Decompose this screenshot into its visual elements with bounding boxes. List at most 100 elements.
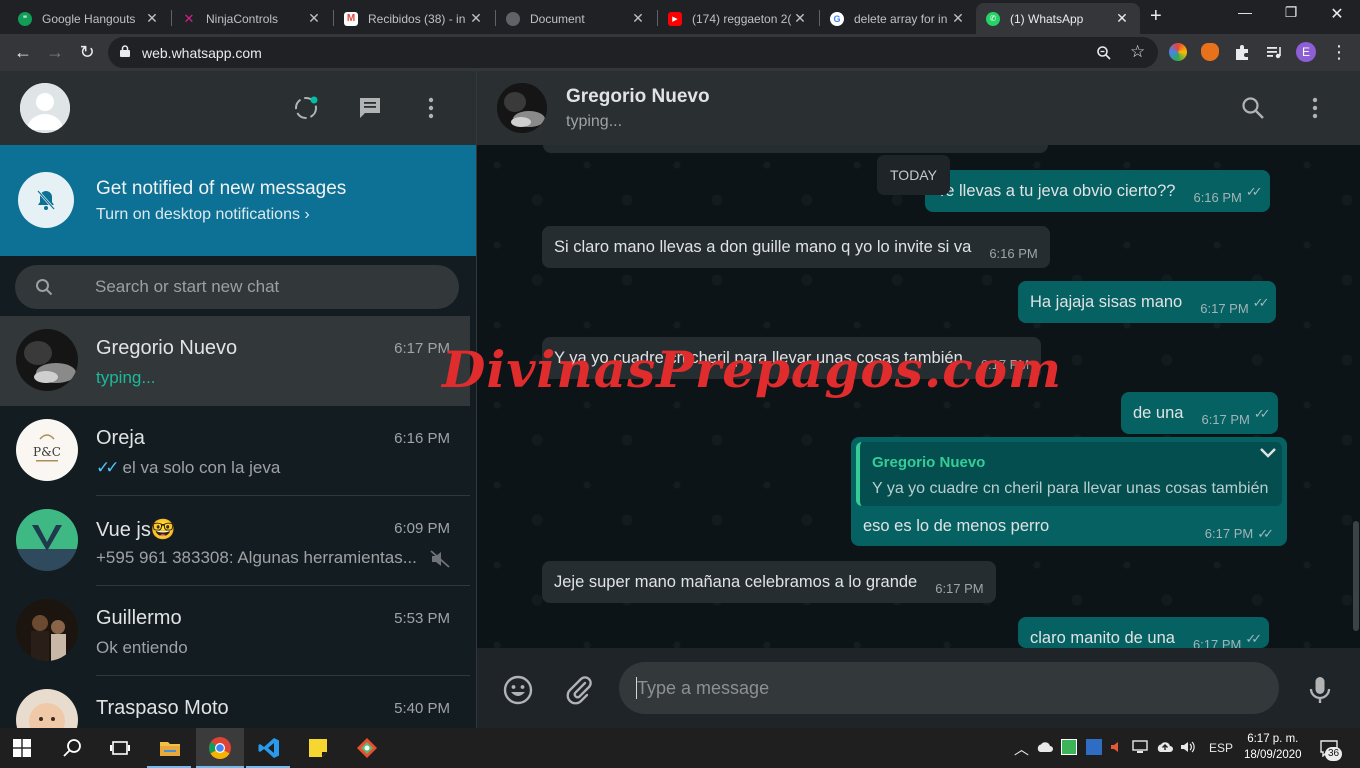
messages-scrollbar[interactable] bbox=[1353, 521, 1359, 631]
zoom-icon[interactable] bbox=[1096, 45, 1112, 61]
minimize-button[interactable]: — bbox=[1222, 4, 1268, 20]
message-in[interactable]: Jeje super mano mañana celebramos a lo g… bbox=[542, 561, 996, 603]
clock[interactable]: 6:17 p. m. 18/09/2020 bbox=[1244, 731, 1302, 763]
emoji-icon[interactable] bbox=[502, 674, 534, 706]
quoted-message[interactable]: Gregorio Nuevo Y ya yo cuadre cn cheril … bbox=[856, 442, 1282, 506]
sticky-notes-icon[interactable] bbox=[306, 736, 330, 760]
profile-avatar[interactable]: E bbox=[1296, 42, 1316, 62]
media-queue-icon[interactable] bbox=[1265, 43, 1283, 61]
back-button[interactable]: ← bbox=[10, 40, 36, 66]
close-window-button[interactable]: ✕ bbox=[1314, 4, 1360, 24]
avatar bbox=[16, 689, 78, 728]
chat-item-vue-js[interactable]: Vue js🤓 6:09 PM +595 961 383308: Algunas… bbox=[0, 496, 470, 586]
onedrive-icon[interactable] bbox=[1036, 741, 1054, 753]
message-out[interactable]: claro manito de una 6:17 PM ✓✓ bbox=[1018, 617, 1270, 649]
message-out[interactable]: Te llevas a tu jeva obvio cierto?? 6:16 P… bbox=[925, 170, 1270, 212]
message-text: claro manito de una bbox=[1030, 629, 1175, 647]
extensions-puzzle-icon[interactable] bbox=[1233, 43, 1251, 61]
microphone-icon[interactable] bbox=[1304, 674, 1336, 706]
chat-preview-row: ✓✓ el va solo con la jeva bbox=[96, 458, 426, 478]
menu-icon[interactable] bbox=[1302, 95, 1328, 121]
whatsapp-icon: ✆ bbox=[986, 11, 1000, 26]
message-out-reply[interactable]: Gregorio Nuevo Y ya yo cuadre cn cheril … bbox=[851, 437, 1287, 546]
enable-notifications-link[interactable]: Turn on desktop notifications › bbox=[96, 206, 310, 224]
close-icon[interactable]: ✕ bbox=[792, 10, 808, 27]
message-time: 6:17 PM bbox=[1192, 637, 1242, 649]
address-bar[interactable]: web.whatsapp.com ☆ bbox=[108, 37, 1158, 68]
tab-youtube[interactable]: ▶ (174) reggaeton 2( ✕ bbox=[658, 3, 818, 34]
search-icon[interactable] bbox=[61, 736, 85, 760]
windows-taskbar: ︿ ESP 6:17 p. m. 18/09/2020 36 bbox=[0, 728, 1360, 768]
message-time: 6:17 PM bbox=[1201, 412, 1250, 427]
tray-expand-icon[interactable]: ︿ bbox=[1014, 738, 1029, 759]
chat-time: 5:53 PM bbox=[394, 610, 450, 627]
browser-tab-bar: " Google Hangouts ✕ ✕ NinjaControls ✕ M … bbox=[0, 0, 1360, 34]
close-icon[interactable]: ✕ bbox=[630, 10, 646, 27]
chat-item-traspaso-moto[interactable]: Traspaso Moto 5:40 PM bbox=[0, 676, 470, 728]
speaker-muted-icon[interactable] bbox=[1110, 740, 1124, 754]
close-icon[interactable]: ✕ bbox=[306, 10, 322, 27]
menu-icon[interactable] bbox=[418, 95, 444, 121]
close-icon[interactable]: ✕ bbox=[1114, 10, 1130, 27]
tab-google-search[interactable]: G delete array for in ✕ bbox=[820, 3, 976, 34]
language-indicator[interactable]: ESP bbox=[1209, 741, 1233, 755]
message-out[interactable]: Ha jajaja sisas mano 6:17 PM ✓✓ bbox=[1018, 281, 1277, 323]
watermark: DivinasPrepagos.com bbox=[442, 340, 1062, 399]
vscode-icon[interactable] bbox=[257, 736, 281, 760]
message-out[interactable]: de una 6:17 PM ✓✓ bbox=[1121, 392, 1278, 434]
tab-whatsapp[interactable]: ✆ (1) WhatsApp ✕ bbox=[976, 3, 1140, 34]
search-input[interactable] bbox=[95, 275, 435, 299]
chat-item-oreja[interactable]: P&C Oreja 6:16 PM ✓✓ el va solo con la je… bbox=[0, 406, 470, 496]
notification-banner[interactable]: Get notified of new messages Turn on des… bbox=[0, 145, 476, 256]
tab-document[interactable]: Document ✕ bbox=[496, 3, 656, 34]
chat-name: Guillermo bbox=[96, 607, 182, 629]
close-icon[interactable]: ✕ bbox=[468, 10, 484, 27]
volume-icon[interactable] bbox=[1180, 740, 1196, 754]
tab-google-hangouts[interactable]: " Google Hangouts ✕ bbox=[8, 3, 170, 34]
search-box[interactable] bbox=[15, 265, 459, 309]
message-in[interactable]: Si claro mano llevas a don guille mano q… bbox=[542, 226, 1050, 268]
network-tray-icon[interactable] bbox=[1086, 739, 1102, 755]
file-explorer-icon[interactable] bbox=[158, 736, 182, 760]
status-icon[interactable] bbox=[293, 95, 319, 121]
bookmark-star-icon[interactable]: ☆ bbox=[1130, 42, 1145, 62]
search-icon[interactable] bbox=[1241, 96, 1265, 120]
task-view-icon[interactable] bbox=[108, 736, 132, 760]
contact-avatar[interactable] bbox=[497, 83, 547, 133]
tab-gmail[interactable]: M Recibidos (38) - in ✕ bbox=[334, 3, 494, 34]
message-time: 6:17 PM bbox=[1204, 526, 1254, 541]
new-tab-button[interactable]: + bbox=[1150, 5, 1162, 28]
forward-button[interactable]: → bbox=[42, 40, 68, 66]
chat-item-guillermo[interactable]: Guillermo 5:53 PM Ok entiendo bbox=[0, 586, 470, 676]
cloud-upload-icon[interactable] bbox=[1156, 740, 1174, 753]
my-avatar[interactable] bbox=[20, 83, 70, 133]
restore-button[interactable]: ❐ bbox=[1268, 4, 1314, 21]
nvidia-tray-icon[interactable] bbox=[1061, 739, 1077, 755]
browser-menu-button[interactable]: ⋮ bbox=[1326, 40, 1352, 66]
chat-name: Gregorio Nuevo bbox=[96, 337, 238, 359]
close-icon[interactable]: ✕ bbox=[950, 10, 966, 27]
fox-extension-icon[interactable] bbox=[1201, 43, 1219, 61]
reload-button[interactable]: ↻ bbox=[74, 40, 100, 66]
search-icon bbox=[36, 279, 53, 296]
chat-time: 6:16 PM bbox=[394, 430, 450, 447]
message-input-box[interactable] bbox=[619, 662, 1279, 714]
close-icon[interactable]: ✕ bbox=[144, 10, 160, 27]
chat-name: Oreja bbox=[96, 427, 145, 449]
tab-ninjacontrols[interactable]: ✕ NinjaControls ✕ bbox=[172, 3, 332, 34]
new-chat-icon[interactable] bbox=[357, 95, 383, 121]
chat-item-gregorio-nuevo[interactable]: Gregorio Nuevo 6:17 PM typing... bbox=[0, 316, 470, 406]
search-bar bbox=[0, 256, 476, 316]
chevron-down-icon[interactable] bbox=[1259, 446, 1277, 462]
message-input[interactable] bbox=[637, 676, 1257, 700]
monitor-network-icon[interactable] bbox=[1132, 740, 1148, 754]
conversation-header[interactable]: Gregorio Nuevo typing... bbox=[477, 71, 1360, 145]
chrome-icon[interactable] bbox=[208, 736, 232, 760]
message-text: Te llevas a tu jeva obvio cierto?? bbox=[937, 182, 1176, 200]
avatar bbox=[16, 509, 78, 571]
windows-start-icon[interactable] bbox=[13, 739, 31, 757]
colorzilla-extension-icon[interactable] bbox=[1169, 43, 1187, 61]
git-kraken-icon[interactable] bbox=[355, 736, 379, 760]
attach-icon[interactable] bbox=[563, 674, 595, 706]
chat-preview: +595 961 383308: Algunas herramientas... bbox=[96, 548, 417, 567]
